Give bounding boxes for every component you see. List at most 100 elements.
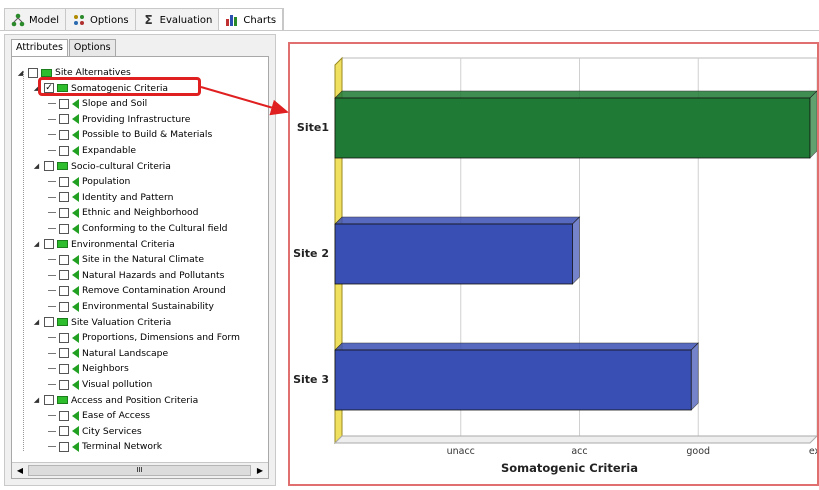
attribute-icon <box>72 348 79 359</box>
attribute-icon <box>72 379 79 390</box>
tree-guide-line <box>23 71 25 451</box>
tree-checkbox[interactable] <box>59 207 69 218</box>
tree-checkbox[interactable] <box>59 223 69 234</box>
tree-item-label: Expandable <box>82 145 137 156</box>
tree-connector <box>48 337 56 339</box>
expand-toggle-icon[interactable]: ◢ <box>32 240 41 248</box>
tree-checkbox[interactable] <box>59 114 69 125</box>
group-icon <box>57 240 68 249</box>
tree-connector <box>48 118 56 120</box>
tree-item[interactable]: Providing Infrastructure <box>48 112 190 127</box>
scroll-right-icon[interactable]: ▶ <box>254 465 266 477</box>
tree-checkbox[interactable] <box>59 379 69 390</box>
tree-checkbox[interactable] <box>28 67 38 78</box>
scrollbar-thumb[interactable]: III <box>28 465 251 476</box>
tree-item-label: Neighbors <box>82 363 129 375</box>
tree-checkbox[interactable] <box>59 332 69 343</box>
chart-panel: Site1 Site 2 Site 3 unacc acc good exc Somatoge… <box>288 42 819 486</box>
tree-checkbox[interactable] <box>59 254 69 265</box>
tree-item[interactable]: Natural Landscape <box>48 346 168 361</box>
tree-item[interactable]: Terminal Network <box>48 439 162 454</box>
tree-checkbox[interactable] <box>59 270 69 281</box>
tree-item[interactable]: Natural Hazards and Pollutants <box>48 268 224 283</box>
tree-item[interactable]: ◢ Socio-cultural Criteria <box>32 159 171 174</box>
tree-item[interactable]: Possible to Build & Materials <box>48 127 212 142</box>
tree-checkbox[interactable] <box>59 176 69 187</box>
tree-item[interactable]: Proportions, Dimensions and Form <box>48 330 240 345</box>
tree-checkbox[interactable] <box>44 317 54 328</box>
tree-checkbox[interactable] <box>59 441 69 452</box>
tree-checkbox[interactable] <box>59 98 69 109</box>
tab-baseline <box>0 30 819 31</box>
expand-toggle-icon[interactable]: ◢ <box>32 396 41 404</box>
attribute-icon <box>72 207 79 218</box>
tree-connector <box>48 430 56 432</box>
tree-item[interactable]: Slope and Soil <box>48 96 147 111</box>
tab-charts[interactable]: Charts <box>219 9 284 31</box>
tree-checkbox[interactable] <box>59 363 69 374</box>
tree-item[interactable]: Conforming to the Cultural field <box>48 221 227 236</box>
tree-item[interactable]: Population <box>48 174 130 189</box>
tree-item[interactable]: Site in the Natural Climate <box>48 252 204 267</box>
category-label: Site1 <box>297 121 329 134</box>
group-icon <box>57 318 68 327</box>
tree-item[interactable]: ◢ Environmental Criteria <box>32 237 175 252</box>
tree-item[interactable]: Identity and Pattern <box>48 190 173 205</box>
options-icon <box>72 13 86 27</box>
tree-checkbox[interactable] <box>59 426 69 437</box>
tree-item-label: Providing Infrastructure <box>82 113 191 125</box>
tree-item[interactable]: ◢ Site Valuation Criteria <box>32 315 171 330</box>
tab-label: Model <box>29 14 60 26</box>
tree-checkbox[interactable] <box>59 145 69 156</box>
x-tick-label: good <box>686 446 710 457</box>
bar-top-face <box>334 342 699 351</box>
attribute-icon <box>72 270 79 281</box>
horizontal-scrollbar[interactable]: ◀ III ▶ <box>12 462 268 478</box>
tree-connector <box>48 446 56 448</box>
tree-item-label: Terminal Network <box>82 441 163 453</box>
tree-checkbox[interactable] <box>44 239 54 250</box>
tree-item-label: Population <box>82 176 131 188</box>
bar-chart: Site1 Site 2 Site 3 unacc acc good exc Somatoge… <box>293 56 817 475</box>
model-icon <box>11 13 25 27</box>
sigma-icon: Σ <box>144 13 153 27</box>
tree-item[interactable]: City Services <box>48 424 142 439</box>
tree-checkbox[interactable] <box>59 301 69 312</box>
expand-toggle-icon[interactable]: ◢ <box>32 318 41 326</box>
tab-options[interactable]: Options <box>66 9 136 31</box>
scroll-left-icon[interactable]: ◀ <box>14 465 26 477</box>
tree-item[interactable]: Remove Contamination Around <box>48 283 226 298</box>
tab-evaluation[interactable]: Σ Evaluation <box>136 9 220 31</box>
expand-toggle-icon[interactable]: ◢ <box>32 162 41 170</box>
x-tick-label: exc <box>809 446 817 457</box>
tab-model[interactable]: Model <box>5 9 67 31</box>
tree-item[interactable]: ◢ Access and Position Criteria <box>32 393 198 408</box>
tree-checkbox[interactable] <box>59 285 69 296</box>
tree-checkbox[interactable] <box>59 129 69 140</box>
attribute-tree: ◢ Site Alternatives ◢ ✓ Somatogenic Criteria… <box>11 56 269 479</box>
expand-toggle-icon[interactable]: ◢ <box>16 69 25 77</box>
tree-item[interactable]: Ease of Access <box>48 408 150 423</box>
bar <box>334 349 692 411</box>
tree-checkbox[interactable] <box>59 348 69 359</box>
subtab-attributes[interactable]: Attributes <box>11 39 68 56</box>
tree-checkbox[interactable] <box>44 395 54 406</box>
tree-checkbox[interactable] <box>44 161 54 172</box>
tree-connector <box>48 103 56 105</box>
tree-item-label: Proportions, Dimensions and Form <box>82 332 240 344</box>
bar-end-face <box>809 90 817 159</box>
tree-item[interactable]: Ethnic and Neighborhood <box>48 205 198 220</box>
tree-item[interactable]: Neighbors <box>48 361 129 376</box>
sub-tab-bar: Attributes Options <box>11 39 117 56</box>
subtab-options[interactable]: Options <box>68 39 116 56</box>
tree-item[interactable]: Environmental Sustainability <box>48 299 214 314</box>
tree-item[interactable]: Visual pollution <box>48 377 152 392</box>
attributes-panel: Attributes Options ◢ Site Alternatives ◢ ✓ S… <box>4 34 276 486</box>
tab-label: Options <box>90 14 129 26</box>
tree-connector <box>48 384 56 385</box>
tree-item[interactable]: Expandable <box>48 143 136 158</box>
tree-checkbox[interactable] <box>59 192 69 203</box>
tree-item-label: Ethnic and Neighborhood <box>82 207 199 219</box>
tree-checkbox[interactable] <box>59 410 69 421</box>
tree-item-label: Identity and Pattern <box>82 191 174 203</box>
